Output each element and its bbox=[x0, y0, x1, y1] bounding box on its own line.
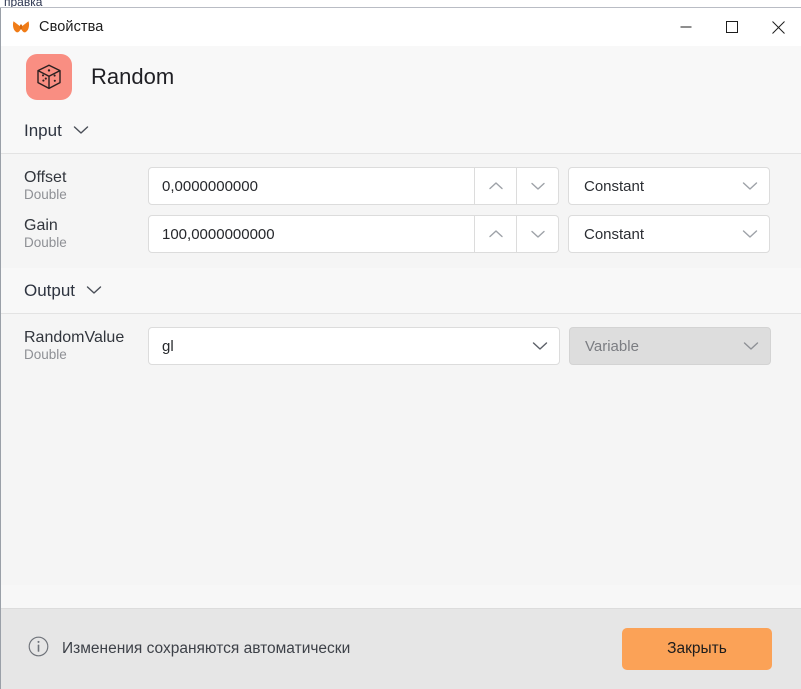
randomvalue-mode-select: Variable bbox=[569, 327, 771, 365]
title-bar-left: Свойства bbox=[1, 18, 103, 36]
dice-cube-icon bbox=[26, 54, 72, 100]
gain-mode-select[interactable]: Constant bbox=[568, 215, 770, 253]
randomvalue-variable-combobox[interactable]: gl bbox=[148, 327, 560, 365]
section-body-output: RandomValue Double gl Variable bbox=[1, 314, 801, 380]
property-type: Double bbox=[24, 347, 67, 363]
offset-spinner-down[interactable] bbox=[517, 167, 559, 205]
section-body-input: Offset Double 0,0000000000 Constant Gain… bbox=[1, 154, 801, 268]
section-label-output: Output bbox=[24, 280, 76, 300]
numeric-field-group-offset: 0,0000000000 bbox=[148, 167, 559, 205]
chevron-down-icon bbox=[743, 338, 759, 355]
autosave-message: Изменения сохраняются автоматически bbox=[62, 640, 351, 657]
autosave-note: Изменения сохраняются автоматически bbox=[28, 636, 350, 662]
randomvalue-value: gl bbox=[162, 337, 174, 355]
properties-window: Свойства Random Input Offset Double 0,00… bbox=[0, 8, 801, 689]
property-label-group: Offset Double bbox=[24, 169, 148, 204]
minimize-button[interactable] bbox=[663, 8, 709, 46]
property-type: Double bbox=[24, 235, 67, 251]
title-bar: Свойства bbox=[1, 8, 801, 46]
chevron-down-icon bbox=[532, 338, 548, 355]
offset-mode-value: Constant bbox=[584, 177, 645, 195]
property-name: Gain bbox=[24, 216, 58, 234]
chevron-down-icon bbox=[73, 122, 89, 140]
numeric-field-group-gain: 100,0000000000 bbox=[148, 215, 559, 253]
gain-mode-value: Constant bbox=[584, 225, 645, 243]
section-label-input: Input bbox=[24, 120, 62, 140]
property-type: Double bbox=[24, 187, 67, 203]
property-name: Offset bbox=[24, 168, 67, 186]
background-window-strip: правка bbox=[0, 0, 801, 8]
footer-bar: Изменения сохраняются автоматически Закр… bbox=[1, 608, 801, 689]
randomvalue-mode-value: Variable bbox=[585, 337, 639, 355]
close-window-button[interactable] bbox=[755, 8, 801, 46]
gain-spinner-down[interactable] bbox=[517, 215, 559, 253]
empty-content-area bbox=[1, 380, 801, 585]
section-header-input[interactable]: Input bbox=[1, 108, 801, 154]
offset-value-input[interactable]: 0,0000000000 bbox=[148, 167, 475, 205]
chevron-down-icon bbox=[742, 226, 758, 243]
chevron-down-icon bbox=[742, 178, 758, 195]
property-row-gain: Gain Double 100,0000000000 Constant bbox=[1, 215, 801, 253]
butterfly-logo-icon bbox=[12, 18, 30, 36]
chevron-down-icon bbox=[86, 282, 102, 300]
window-title: Свойства bbox=[39, 19, 104, 35]
close-dialog-button[interactable]: Закрыть bbox=[622, 628, 772, 670]
gain-value-input[interactable]: 100,0000000000 bbox=[148, 215, 475, 253]
gain-spinner-up[interactable] bbox=[475, 215, 517, 253]
maximize-button[interactable] bbox=[709, 8, 755, 46]
offset-mode-select[interactable]: Constant bbox=[568, 167, 770, 205]
property-row-randomvalue: RandomValue Double gl Variable bbox=[1, 327, 801, 365]
property-label-group: RandomValue Double bbox=[24, 329, 148, 364]
offset-spinner-up[interactable] bbox=[475, 167, 517, 205]
property-row-offset: Offset Double 0,0000000000 Constant bbox=[1, 167, 801, 205]
node-title: Random bbox=[91, 64, 175, 89]
section-header-output[interactable]: Output bbox=[1, 268, 801, 314]
property-label-group: Gain Double bbox=[24, 217, 148, 252]
window-controls bbox=[663, 8, 801, 46]
node-header: Random bbox=[1, 46, 801, 108]
property-name: RandomValue bbox=[24, 328, 125, 346]
info-circle-icon bbox=[28, 636, 49, 662]
